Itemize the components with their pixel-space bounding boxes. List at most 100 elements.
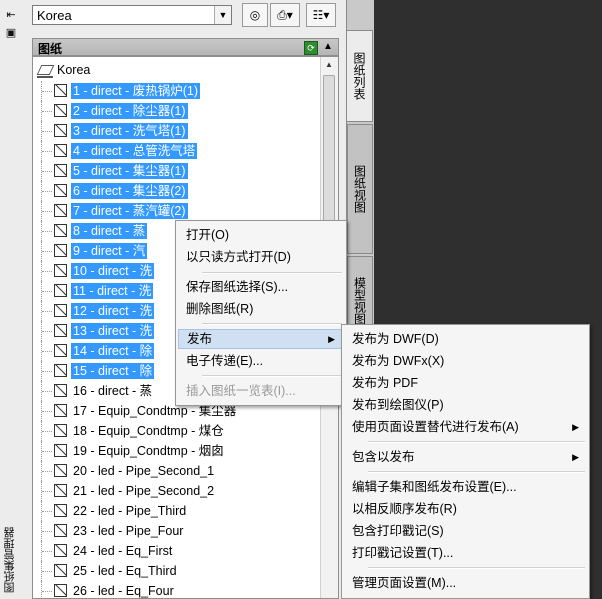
sheet-icon [54,404,67,417]
sheet-row[interactable]: 24 - led - Eq_First [33,541,323,561]
submenu-edit-publish-settings[interactable]: 编辑子集和图纸发布设置(E)... [344,477,587,497]
sheet-icon [54,564,67,577]
refresh-icon[interactable]: ⟳ [304,41,318,55]
sheet-row[interactable]: 26 - led - Eq_Four [33,581,323,598]
tab-sheet-list[interactable]: 图纸列表 [347,30,373,122]
collapse-icon[interactable]: ▲ [322,40,334,54]
sheet-label: 1 - direct - 废热锅炉(1) [71,83,201,99]
sheet-row[interactable]: 18 - Equip_Condtmp - 煤仓 [33,421,323,441]
chevron-right-icon: ▶ [572,422,579,432]
menu-delete-sheet[interactable]: 删除图纸(R) [178,299,344,319]
submenu-publish-pdf[interactable]: 发布为 PDF [344,373,587,393]
tree-guide-line [41,221,52,241]
sheet-label: 8 - direct - 蒸 [71,223,148,239]
sheet-row[interactable]: 4 - direct - 总管洗气塔 [33,141,323,161]
menu-separator [202,375,342,377]
menu-save-selection[interactable]: 保存图纸选择(S)... [178,277,344,297]
sheet-set-dropdown[interactable]: Korea ▼ [32,5,232,25]
tree-guide-line [41,241,52,261]
sheet-row[interactable]: 5 - direct - 集尘器(1) [33,161,323,181]
tree-guide-line [41,381,52,401]
tree-guide-line [41,401,52,421]
submenu-reverse-order[interactable]: 以相反顺序发布(R) [344,499,587,519]
sheet-row[interactable]: 6 - direct - 集尘器(2) [33,181,323,201]
sheet-row[interactable]: 3 - direct - 洗气塔(1) [33,121,323,141]
sheet-icon [54,444,67,457]
submenu-publish-dwfx[interactable]: 发布为 DWFx(X) [344,351,587,371]
sheet-icon [54,244,67,257]
sheet-icon [54,324,67,337]
sheet-icon [54,304,67,317]
palette-properties-icon[interactable]: ▣ [3,26,19,40]
sheet-icon [54,144,67,157]
chevron-down-icon[interactable]: ▼ [214,6,231,24]
submenu-manage-page-setups[interactable]: 管理页面设置(M)... [344,573,587,593]
sheet-row[interactable]: 19 - Equip_Condtmp - 烟囱 [33,441,323,461]
submenu-page-setup-override[interactable]: 使用页面设置替代进行发布(A) ▶ [344,417,587,437]
sheet-label: 19 - Equip_Condtmp - 烟囱 [73,444,224,458]
sheet-row[interactable]: 23 - led - Pipe_Four [33,521,323,541]
sheet-icon [54,484,67,497]
tree-guide-line [41,421,52,441]
sheet-label: 9 - direct - 汽 [71,243,148,259]
submenu-include-when-publishing-label: 包含以发布 [352,450,415,464]
sheet-row[interactable]: 25 - led - Eq_Third [33,561,323,581]
submenu-include-when-publishing[interactable]: 包含以发布 ▶ [344,447,587,467]
auto-hide-icon[interactable]: ⇤ [3,8,19,22]
sheet-set-value: Korea [37,8,72,23]
menu-separator [368,441,585,443]
menu-etransmit[interactable]: 电子传递(E)... [178,351,344,371]
tree-root[interactable]: Korea [33,61,323,81]
sheet-set-icon [37,65,53,78]
tree-guide-line [41,101,52,121]
sheet-row[interactable]: 1 - direct - 废热锅炉(1) [33,81,323,101]
palette-title-strip: ⇤ ▣ 图纸集管理器 [0,0,25,599]
tree-root-label: Korea [57,63,91,77]
menu-separator [202,272,342,274]
sheet-label: 26 - led - Eq_Four [73,584,174,598]
tree-guide-line [41,181,52,201]
sheet-label: 11 - direct - 洗 [71,283,154,299]
submenu-publish-dwf[interactable]: 发布为 DWF(D) [344,329,587,349]
sheet-icon [54,84,67,97]
tab-sheet-views[interactable]: 图纸视图 [347,124,373,254]
sheet-row[interactable]: 21 - led - Pipe_Second_2 [33,481,323,501]
menu-insert-sheet-list-table: 插入图纸一览表(I)... [186,384,296,398]
sheet-icon [54,284,67,297]
sheet-set-options-icon[interactable]: ☷▾ [306,3,336,27]
publish-plotter-icon[interactable]: ⎙▾ [270,3,300,27]
sheet-icon [54,584,67,597]
sheet-label: 2 - direct - 除尘器(1) [71,103,188,119]
chevron-right-icon: ▶ [328,334,335,344]
sheet-row[interactable]: 2 - direct - 除尘器(1) [33,101,323,121]
submenu-include-plot-stamp[interactable]: 包含打印戳记(S) [344,521,587,541]
sheet-row[interactable]: 20 - led - Pipe_Second_1 [33,461,323,481]
sheet-icon [54,544,67,557]
scroll-up-icon[interactable]: ▲ [321,57,337,73]
sheet-icon [54,364,67,377]
sheet-icon [54,344,67,357]
sheet-label: 14 - direct - 除 [71,343,155,359]
menu-publish[interactable]: 发布 ▶ [178,329,344,349]
menu-open-readonly[interactable]: 以只读方式打开(D) [178,247,344,267]
sheet-set-toolbar: Korea ▼ ◎ ⎙▾ ☷▾ [24,0,346,32]
tree-guide-line [41,361,52,381]
sheet-row[interactable]: 7 - direct - 蒸汽罐(2) [33,201,323,221]
sheet-icon [54,424,67,437]
tree-guide-line [41,81,52,101]
tree-guide-line [41,141,52,161]
sheet-row[interactable]: 22 - led - Pipe_Third [33,501,323,521]
sheet-label: 4 - direct - 总管洗气塔 [71,143,198,159]
sheet-label: 16 - direct - 蒸 [73,384,153,398]
tree-guide-line [41,461,52,481]
submenu-publish-plotter[interactable]: 发布到绘图仪(P) [344,395,587,415]
sheet-icon [54,464,67,477]
sheet-icon [54,204,67,217]
menu-open[interactable]: 打开(O) [178,225,344,245]
sheet-icon [54,104,67,117]
sheet-icon [54,164,67,177]
submenu-plot-stamp-settings[interactable]: 打印戳记设置(T)... [344,543,587,563]
sheet-label: 18 - Equip_Condtmp - 煤仓 [73,424,224,438]
globe-icon[interactable]: ◎ [242,3,268,27]
sheet-label: 7 - direct - 蒸汽罐(2) [71,203,188,219]
